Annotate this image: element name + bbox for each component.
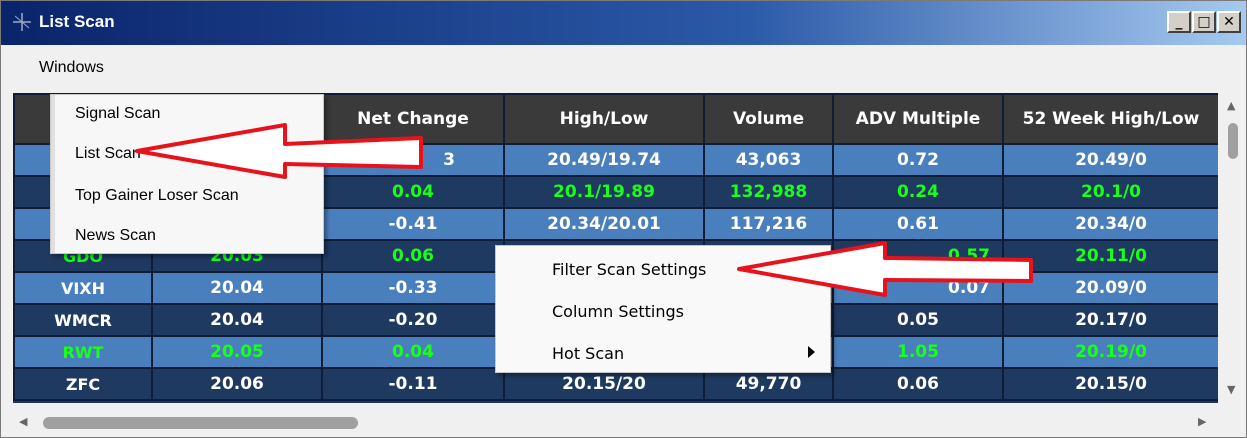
menu-item-list-scan[interactable]: List Scan [75,145,141,163]
column-header-net-change[interactable]: Net Change [321,93,505,145]
menu-gutter [51,95,55,253]
scroll-down-icon[interactable]: ▼ [1227,383,1235,396]
horizontal-scroll-thumb[interactable] [43,417,358,429]
table-cell: 20.09/0 [1002,271,1218,305]
scan-window-icon [13,13,31,31]
table-cell: 20.49/0 [1002,143,1218,177]
table-cell: 0.07 [832,271,1004,305]
table-cell: 20.17/0 [1002,303,1218,337]
menu-item-column-settings[interactable]: Column Settings [552,302,684,321]
title-bar[interactable]: List Scan _ □ ✕ [1,1,1246,45]
table-cell: 0.06 [321,239,505,273]
table-cell: 117,216 [703,207,834,241]
table-cell: 1.05 [832,335,1004,369]
minimize-icon: _ [1175,14,1183,30]
table-cell: 20.04 [151,303,323,337]
table-cell: ZFC [13,367,153,401]
table-cell: 20.05 [151,335,323,369]
close-icon: ✕ [1223,14,1235,30]
menu-item-filter-scan-settings[interactable]: Filter Scan Settings [552,260,706,279]
table-cell: 20.34/20.01 [503,207,705,241]
horizontal-scrollbar[interactable]: ◀ ▶ [13,403,1218,437]
menu-item-top-gainer-loser-scan[interactable]: Top Gainer Loser Scan [75,187,239,205]
column-header-52-week-high-low[interactable]: 52 Week High/Low [1002,93,1218,145]
table-cell: 0.06 [832,367,1004,401]
context-menu: Filter Scan Settings Column Settings Hot… [495,245,831,373]
maximize-button[interactable]: □ [1192,11,1216,33]
table-cell: -0.11 [321,367,505,401]
vertical-scrollbar[interactable]: ▲ ▼ [1218,93,1246,403]
column-header-adv-multiple[interactable]: ADV Multiple [832,93,1004,145]
table-cell: 0.04 [321,175,505,209]
table-cell: 132,988 [703,175,834,209]
table-cell: 20.11/0 [1002,239,1218,273]
column-header-high-low[interactable]: High/Low [503,93,705,145]
table-cell: RWT [13,335,153,369]
table-cell: 0.72 [832,143,1004,177]
menu-item-signal-scan[interactable]: Signal Scan [75,105,160,123]
menu-bar: Windows [1,45,1246,93]
table-cell: -0.41 [321,207,505,241]
table-cell: 0.04 [321,335,505,369]
table-cell: 20.1/0 [1002,175,1218,209]
table-cell: 20.04 [151,271,323,305]
table-cell: 0.05 [832,303,1004,337]
table-cell: 0.24 [832,175,1004,209]
table-cell: -0.33 [321,271,505,305]
table-cell: 20.34/0 [1002,207,1218,241]
menu-item-hot-scan[interactable]: Hot Scan [552,344,624,363]
table-cell: 20.06 [151,367,323,401]
minimize-button[interactable]: _ [1167,11,1191,33]
vertical-scroll-thumb[interactable] [1228,123,1238,159]
table-cell: 43,063 [703,143,834,177]
chevron-right-icon [808,346,815,358]
menu-windows[interactable]: Windows [39,59,104,77]
list-scan-window: List Scan _ □ ✕ Windows Net Change High/… [0,0,1247,438]
table-cell: 0.61 [832,207,1004,241]
table-cell: 3 [321,143,505,177]
close-button[interactable]: ✕ [1217,11,1241,33]
scroll-left-icon[interactable]: ◀ [19,415,27,428]
windows-dropdown-menu: Signal Scan List Scan Top Gainer Loser S… [50,94,324,254]
column-header-volume[interactable]: Volume [703,93,834,145]
maximize-icon: □ [1197,14,1211,30]
table-cell: 20.19/0 [1002,335,1218,369]
table-cell: 20.15/0 [1002,367,1218,401]
table-cell: 20.1/19.89 [503,175,705,209]
table-cell: WMCR [13,303,153,337]
menu-item-news-scan[interactable]: News Scan [75,227,156,245]
scroll-up-icon[interactable]: ▲ [1227,99,1235,112]
window-title: List Scan [39,12,115,31]
table-cell: -0.20 [321,303,505,337]
table-cell: 0.57 [832,239,1004,273]
table-cell: VIXH [13,271,153,305]
table-cell: 20.49/19.74 [503,143,705,177]
scroll-right-icon[interactable]: ▶ [1198,415,1206,428]
